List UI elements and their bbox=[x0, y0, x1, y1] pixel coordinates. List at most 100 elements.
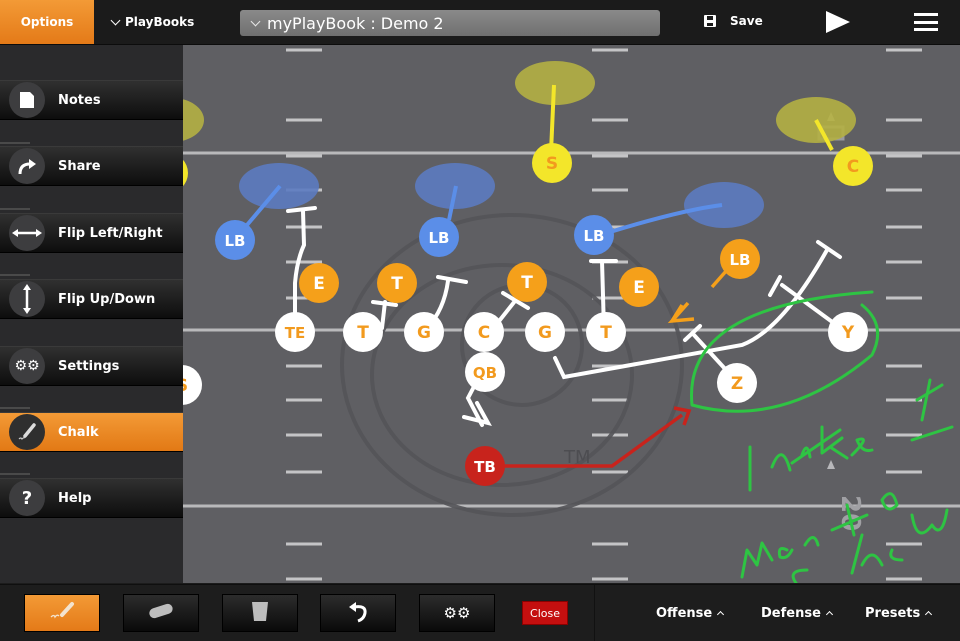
field-canvas[interactable]: TM 20 TE T G C G TQBTBZYE T T ELBLB LB L… bbox=[182, 45, 960, 583]
undo-icon bbox=[346, 599, 370, 627]
sidebar-item-flip-left-right[interactable]: Flip Left/Right bbox=[0, 213, 183, 253]
chevron-down-icon bbox=[110, 15, 121, 25]
chevron-up-icon bbox=[925, 610, 933, 619]
yard-arrow-icon bbox=[827, 460, 835, 469]
options-button[interactable]: Options bbox=[0, 0, 94, 44]
offense-player-g[interactable]: G bbox=[525, 312, 565, 352]
defense-player-e[interactable]: E bbox=[619, 267, 659, 307]
sidebar-item-label: Flip Left/Right bbox=[58, 225, 163, 241]
linebacker-zone[interactable] bbox=[684, 182, 764, 228]
offense-player-tb[interactable]: TB bbox=[465, 446, 505, 486]
defense-player-e-label: E bbox=[313, 274, 325, 294]
offense-player-z-label: Z bbox=[731, 374, 743, 394]
sidebar-item-label: Notes bbox=[58, 92, 101, 108]
gears-icon: ⚙⚙ bbox=[9, 348, 45, 384]
chevron-down-icon bbox=[250, 16, 261, 26]
playbooks-button[interactable]: PlayBooks bbox=[110, 0, 194, 44]
offense-player-y-label: Y bbox=[841, 323, 855, 343]
help-icon: ? bbox=[9, 480, 45, 516]
sidebar-item-label: Flip Up/Down bbox=[58, 291, 156, 307]
presets-menu-button[interactable]: Presets bbox=[865, 585, 933, 641]
hamburger-menu-icon[interactable] bbox=[914, 13, 938, 31]
close-label: Close bbox=[530, 606, 560, 620]
chalk-tool-button[interactable] bbox=[24, 594, 100, 632]
defense-label: Defense bbox=[761, 605, 821, 621]
offense-player-c-label: C bbox=[478, 323, 490, 343]
chalk-icon bbox=[9, 414, 45, 450]
settings-tool-button[interactable]: ⚙⚙ bbox=[419, 594, 495, 632]
divider bbox=[0, 407, 30, 409]
eraser-icon bbox=[146, 602, 176, 624]
save-label: Save bbox=[730, 14, 763, 28]
offense-player-t-label: T bbox=[357, 323, 369, 343]
eraser-tool-button[interactable] bbox=[123, 594, 199, 632]
safety-zone[interactable] bbox=[182, 98, 204, 142]
defense-player-t-label: T bbox=[521, 273, 533, 293]
save-button[interactable]: Save bbox=[704, 0, 763, 42]
defense-player-t[interactable]: T bbox=[507, 262, 547, 302]
offense-label: Offense bbox=[656, 605, 713, 621]
offense-player-te[interactable]: TE bbox=[275, 312, 315, 352]
clear-tool-button[interactable] bbox=[222, 594, 298, 632]
offense-player-c[interactable]: C bbox=[464, 312, 504, 352]
divider bbox=[0, 473, 30, 475]
sidebar-item-label: Help bbox=[58, 490, 92, 506]
defense-player-lb-label: LB bbox=[730, 251, 751, 269]
close-button[interactable]: Close bbox=[522, 601, 568, 625]
horizontal-arrows-icon bbox=[9, 215, 45, 251]
offense-player-g-label: G bbox=[417, 323, 431, 343]
defense-player-lb[interactable]: LB bbox=[720, 239, 760, 279]
undo-tool-button[interactable] bbox=[320, 594, 396, 632]
linebacker-label: LB bbox=[584, 227, 605, 245]
linebacker[interactable]: LB bbox=[574, 215, 614, 255]
divider bbox=[0, 208, 30, 210]
offense-player-t[interactable]: T bbox=[586, 312, 626, 352]
offense-player-tb-label: TB bbox=[474, 458, 496, 476]
linebacker[interactable]: LB bbox=[215, 220, 255, 260]
offense-player-qb[interactable]: QB bbox=[465, 352, 505, 392]
presets-label: Presets bbox=[865, 605, 921, 621]
notes-icon bbox=[9, 82, 45, 118]
sidebar-item-label: Share bbox=[58, 158, 101, 174]
defense-player-e-label: E bbox=[633, 278, 645, 298]
floppy-disk-icon bbox=[704, 15, 716, 27]
divider bbox=[594, 585, 595, 641]
top-toolbar: Options PlayBooks myPlayBook : Demo 2 Sa… bbox=[0, 0, 960, 45]
defense-menu-button[interactable]: Defense bbox=[761, 585, 833, 641]
offense-player-t-label: T bbox=[600, 323, 612, 343]
defense-player-e[interactable]: E bbox=[299, 263, 339, 303]
sidebar-item-label: Settings bbox=[58, 358, 120, 374]
trash-cup-icon bbox=[251, 600, 269, 626]
offense-player-y[interactable]: Y bbox=[828, 312, 868, 352]
safety[interactable]: S bbox=[532, 143, 572, 183]
offense-player-t[interactable]: T bbox=[343, 312, 383, 352]
offense-player-g[interactable]: G bbox=[404, 312, 444, 352]
offense-player-z[interactable]: Z bbox=[717, 363, 757, 403]
defense-player-t[interactable]: T bbox=[377, 263, 417, 303]
linebacker-blitz-route bbox=[710, 268, 729, 289]
chalk-drawing bbox=[690, 290, 954, 583]
blitz-arrow-icon bbox=[667, 301, 695, 324]
sidebar-item-notes[interactable]: Notes bbox=[0, 80, 183, 120]
share-arrow-icon bbox=[9, 148, 45, 184]
sidebar-item-chalk[interactable]: Chalk bbox=[0, 412, 183, 452]
offense-player-qb-label: QB bbox=[473, 364, 497, 382]
offense-player-g-label: G bbox=[538, 323, 552, 343]
chalk-icon bbox=[48, 601, 76, 625]
football-field[interactable]: TM 20 TE T G C G T QB TB Z Y E T T E LB … bbox=[182, 45, 960, 583]
linebacker-label: LB bbox=[429, 229, 450, 247]
play-icon[interactable] bbox=[826, 11, 850, 33]
offense-player-te-label: TE bbox=[285, 324, 305, 342]
sidebar-item-settings[interactable]: ⚙⚙ Settings bbox=[0, 346, 183, 386]
sidebar-item-share[interactable]: Share bbox=[0, 146, 183, 186]
linebacker[interactable]: LB bbox=[419, 217, 459, 257]
defense-player-t-label: T bbox=[391, 274, 403, 294]
cornerback[interactable]: C bbox=[833, 146, 873, 186]
safety-offscreen[interactable]: S bbox=[182, 365, 202, 405]
offense-menu-button[interactable]: Offense bbox=[656, 585, 725, 641]
chevron-up-icon bbox=[717, 610, 725, 619]
divider bbox=[0, 274, 30, 276]
playbook-select[interactable]: myPlayBook : Demo 2 bbox=[240, 10, 660, 36]
sidebar-item-help[interactable]: ? Help bbox=[0, 478, 183, 518]
sidebar-item-flip-up-down[interactable]: Flip Up/Down bbox=[0, 279, 183, 319]
